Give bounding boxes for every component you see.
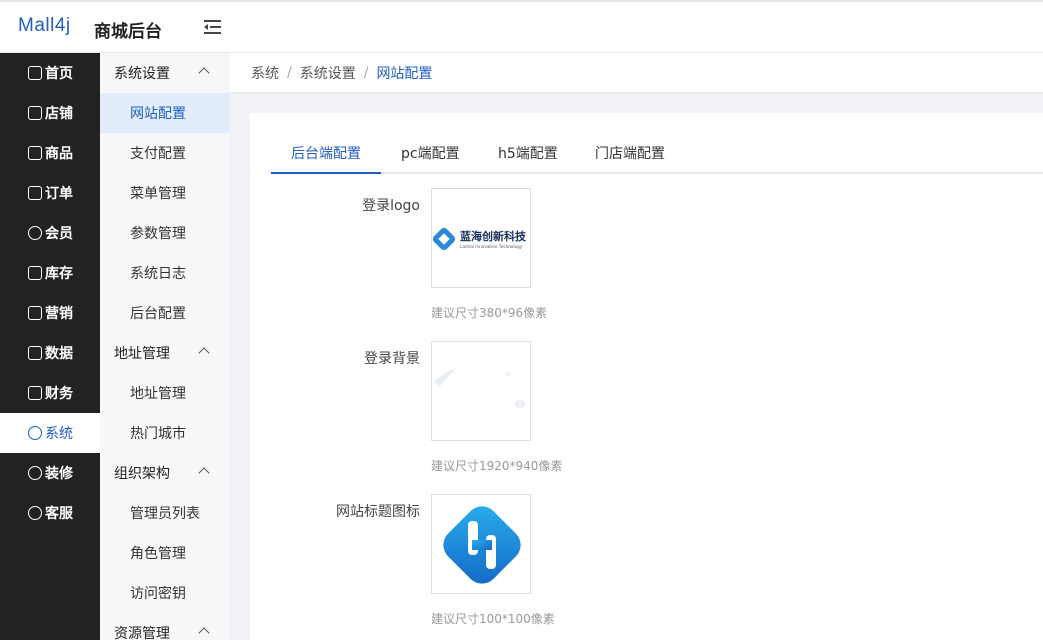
nav-item-label: 会员 [45, 226, 73, 242]
tab-pc-config[interactable]: pc端配置 [401, 143, 460, 163]
submenu-item-admin-list[interactable]: 管理员列表 [100, 493, 230, 533]
nav-item-label: 店铺 [45, 106, 73, 122]
submenu-item-param-manage[interactable]: 参数管理 [100, 213, 230, 253]
nav-item-marketing[interactable]: 营销 [0, 293, 100, 333]
nav-item-label: 客服 [45, 506, 73, 522]
submenu-group-label: 系统设置 [114, 66, 170, 82]
breadcrumb-item[interactable]: 系统设置 [300, 63, 356, 83]
submenu-item-site-config[interactable]: 网站配置 [100, 93, 230, 133]
login-logo-upload[interactable]: 蓝海创新科技 Lanhai Innovation Technology [431, 188, 531, 288]
breadcrumb-separator: / [287, 64, 292, 81]
login-bg-image [434, 368, 525, 409]
chevron-up-icon [198, 347, 210, 359]
tab-store-config[interactable]: 门店端配置 [595, 143, 665, 163]
submenu-item-hot-city[interactable]: 热门城市 [100, 413, 230, 453]
nav-item-label: 财务 [45, 386, 73, 402]
login-logo-label: 登录logo [362, 198, 420, 214]
breadcrumb-separator: / [363, 64, 369, 81]
nav-item-label: 订单 [45, 186, 73, 202]
login-logo-hint: 建议尺寸380*96像素 [431, 306, 548, 320]
nav-item-system[interactable]: 系统 [0, 413, 100, 453]
submenu-item-payment-config[interactable]: 支付配置 [100, 133, 230, 173]
app-title: 商城后台 [94, 22, 162, 42]
nav-item-label: 库存 [45, 266, 73, 282]
main-content: 系统 / 系统设置 / 网站配置 后台端配置 pc端配置 h5端配置 门店端配置… [230, 53, 1043, 640]
submenu-item-address-manage[interactable]: 地址管理 [100, 373, 230, 413]
nav-item-shop[interactable]: 店铺 [0, 93, 100, 133]
favicon-label: 网站标题图标 [336, 504, 420, 520]
breadcrumb-item[interactable]: 系统 [251, 63, 279, 83]
submenu-group-address[interactable]: 地址管理 [100, 333, 230, 373]
breadcrumb: 系统 / 系统设置 / 网站配置 [230, 53, 1043, 93]
member-icon [28, 226, 42, 240]
sidebar-fold-icon[interactable] [204, 20, 221, 34]
submenu-group-org[interactable]: 组织架构 [100, 453, 230, 493]
login-bg-label: 登录背景 [364, 351, 420, 367]
active-tab-indicator [271, 172, 381, 174]
shop-icon [28, 106, 42, 120]
nav-item-label: 系统 [45, 426, 73, 442]
breadcrumb-current: 网站配置 [376, 65, 433, 82]
decorate-icon [28, 466, 42, 480]
stock-icon [28, 266, 42, 280]
nav-item-finance[interactable]: 财务 [0, 373, 100, 413]
submenu-item-admin-config[interactable]: 后台配置 [100, 293, 230, 333]
nav-item-label: 数据 [45, 346, 73, 362]
favicon-upload[interactable] [431, 494, 531, 594]
chevron-up-icon [198, 67, 210, 79]
top-header: Mall4j 商城后台 [0, 0, 1043, 53]
tab-h5-config[interactable]: h5端配置 [498, 143, 558, 163]
login-bg-hint: 建议尺寸1920*940像素 [431, 459, 563, 473]
logo-brand-en-text: Lanhai Innovation Technology [460, 244, 523, 249]
submenu-item-role-manage[interactable]: 角色管理 [100, 533, 230, 573]
login-bg-upload[interactable] [431, 341, 531, 441]
sub-menu: 系统设置 网站配置 支付配置 菜单管理 参数管理 系统日志 后台配置 地址管理 … [100, 53, 230, 640]
order-icon [28, 186, 42, 200]
finance-icon [28, 386, 42, 400]
nav-item-service[interactable]: 客服 [0, 493, 100, 533]
submenu-item-access-key[interactable]: 访问密钥 [100, 573, 230, 613]
chat-icon [28, 506, 42, 520]
data-icon [28, 346, 42, 360]
home-icon [28, 66, 42, 80]
chevron-up-icon [198, 627, 210, 639]
config-card: 后台端配置 pc端配置 h5端配置 门店端配置 登录logo 蓝海创新科技 La… [250, 113, 1043, 640]
submenu-item-menu-manage[interactable]: 菜单管理 [100, 173, 230, 213]
goods-icon [28, 146, 42, 160]
nav-item-label: 装修 [45, 466, 73, 482]
nav-item-member[interactable]: 会员 [0, 213, 100, 253]
nav-item-label: 营销 [45, 306, 73, 322]
gift-icon [28, 306, 42, 320]
nav-item-home[interactable]: 首页 [0, 53, 100, 93]
main-nav: 首页 店铺 商品 订单 会员 库存 营销 数据 财务 系统 装修 客服 [0, 53, 100, 640]
nav-item-label: 首页 [45, 66, 73, 82]
gear-icon [28, 426, 42, 440]
submenu-group-system-settings[interactable]: 系统设置 [100, 53, 230, 93]
nav-item-label: 商品 [45, 146, 73, 162]
nav-item-stock[interactable]: 库存 [0, 253, 100, 293]
nav-item-decorate[interactable]: 装修 [0, 453, 100, 493]
app-logo[interactable]: Mall4j [18, 15, 71, 37]
submenu-group-label: 组织架构 [114, 466, 170, 482]
company-logo-image: 蓝海创新科技 Lanhai Innovation Technology [432, 227, 527, 251]
nav-item-order[interactable]: 订单 [0, 173, 100, 213]
nav-item-goods[interactable]: 商品 [0, 133, 100, 173]
logo-brand-text: 蓝海创新科技 [460, 229, 527, 243]
submenu-item-system-log[interactable]: 系统日志 [100, 253, 230, 293]
favicon-image [443, 506, 521, 584]
submenu-group-resource[interactable]: 资源管理 [100, 613, 230, 640]
favicon-hint: 建议尺寸100*100像素 [431, 612, 555, 626]
chevron-up-icon [198, 467, 210, 479]
tab-admin-config[interactable]: 后台端配置 [291, 143, 361, 163]
submenu-group-label: 地址管理 [114, 346, 170, 362]
config-tabs: 后台端配置 pc端配置 h5端配置 门店端配置 [271, 135, 1043, 174]
submenu-group-label: 资源管理 [114, 626, 170, 640]
nav-item-data[interactable]: 数据 [0, 333, 100, 373]
